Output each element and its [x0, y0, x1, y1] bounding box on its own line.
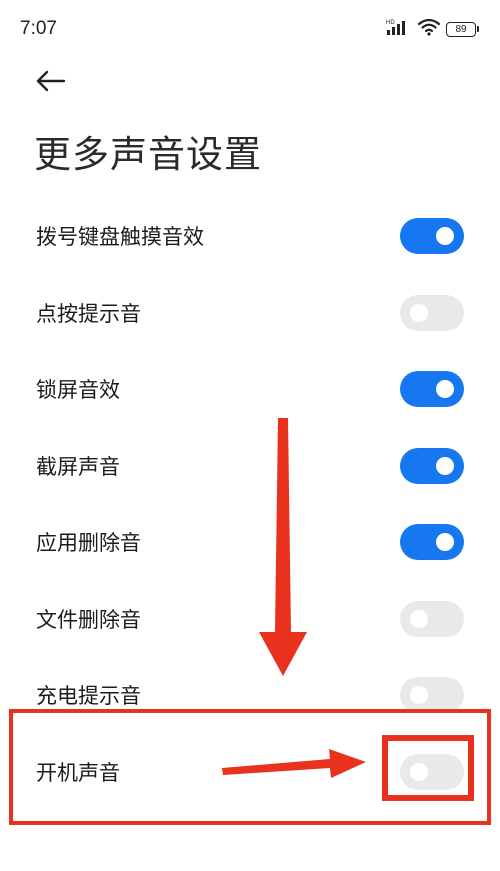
page-title: 更多声音设置 [34, 133, 262, 176]
setting-row-boot-sound[interactable]: 开机声音 [0, 734, 500, 811]
status-bar: 7:07 HD 89 [0, 0, 500, 62]
setting-row-lock-screen-sound[interactable]: 锁屏音效 [0, 351, 500, 428]
setting-row-app-delete-sound[interactable]: 应用删除音 [0, 504, 500, 581]
setting-label: 开机声音 [36, 760, 120, 785]
toggle-knob [436, 533, 454, 552]
setting-label: 应用删除音 [36, 531, 141, 556]
signal-icon: HD [386, 18, 412, 40]
toggle-knob [410, 609, 428, 628]
toggle-dialpad-touch-sound[interactable] [400, 218, 464, 255]
setting-row-tap-sound[interactable]: 点按提示音 [0, 275, 500, 352]
back-button[interactable] [34, 64, 68, 98]
toggle-screenshot-sound[interactable] [400, 447, 464, 484]
setting-label: 锁屏音效 [36, 378, 120, 403]
battery-icon: 89 [446, 21, 479, 37]
settings-screen: 7:07 HD 89 更多声音设置 拨号键盘触摸音效 点按提示音 锁屏音效 截屏… [0, 0, 500, 871]
settings-list: 拨号键盘触摸音效 点按提示音 锁屏音效 截屏声音 应用删除音 文件删除音 充电提… [0, 198, 500, 810]
toggle-knob [436, 380, 454, 399]
status-time: 7:07 [20, 18, 57, 39]
toggle-file-delete-sound[interactable] [400, 600, 464, 637]
battery-level: 89 [455, 23, 467, 35]
toggle-app-delete-sound[interactable] [400, 524, 464, 561]
toggle-knob [436, 456, 454, 475]
setting-row-charging-sound[interactable]: 充电提示音 [0, 657, 500, 734]
setting-row-file-delete-sound[interactable]: 文件删除音 [0, 581, 500, 658]
setting-label: 拨号键盘触摸音效 [36, 225, 204, 250]
toggle-lock-screen-sound[interactable] [400, 371, 464, 408]
wifi-icon [417, 18, 441, 40]
toggle-boot-sound[interactable] [400, 753, 464, 790]
toggle-knob [410, 303, 428, 322]
setting-label: 截屏声音 [36, 454, 120, 479]
toggle-charging-sound[interactable] [400, 677, 464, 714]
toggle-knob [436, 227, 454, 246]
setting-label: 文件删除音 [36, 607, 141, 632]
status-icons: HD 89 [386, 18, 479, 40]
setting-row-dialpad-touch-sound[interactable]: 拨号键盘触摸音效 [0, 198, 500, 275]
setting-label: 充电提示音 [36, 684, 141, 709]
toggle-knob [410, 762, 428, 781]
setting-row-screenshot-sound[interactable]: 截屏声音 [0, 428, 500, 505]
arrow-left-icon [36, 70, 66, 92]
network-type-label: HD [386, 20, 395, 26]
setting-label: 点按提示音 [36, 301, 141, 326]
toggle-tap-sound[interactable] [400, 294, 464, 331]
toggle-knob [410, 686, 428, 705]
